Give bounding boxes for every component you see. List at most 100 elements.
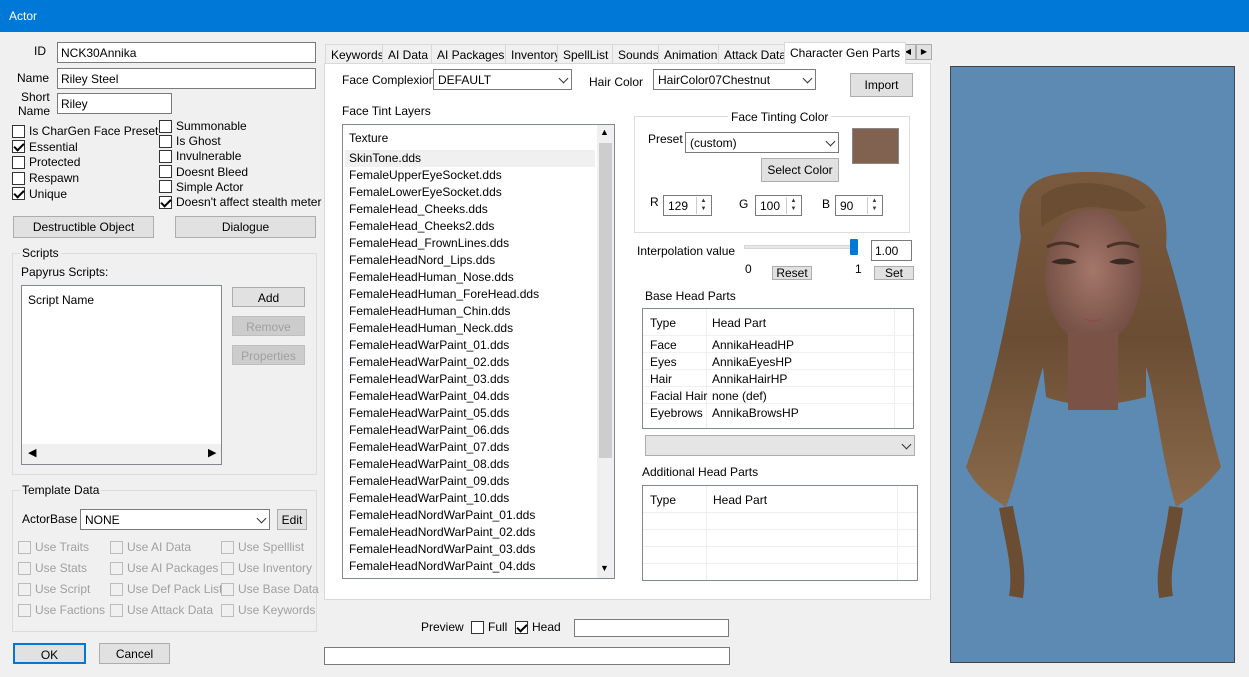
properties-button[interactable]: Properties	[232, 345, 305, 365]
texture-list-item[interactable]: FemaleHeadWarPaint_07.dds	[349, 439, 509, 456]
scroll-thumb[interactable]	[599, 143, 612, 458]
edit-actorbase-button[interactable]: Edit	[277, 509, 307, 530]
checkbox-icon[interactable]	[110, 540, 123, 554]
texture-list-item[interactable]: SkinTone.dds	[345, 150, 595, 167]
preset-dropdown[interactable]: (custom)	[685, 132, 839, 153]
flag-checkbox[interactable]: Invulnerable	[159, 149, 241, 163]
head-part-row[interactable]: Eyebrows AnnikaBrowsHP	[643, 403, 913, 420]
texture-list-item[interactable]: FemaleHeadWarPaint_09.dds	[349, 473, 509, 490]
template-option-checkbox[interactable]: Use Stats	[18, 561, 87, 575]
tint-color-swatch[interactable]	[852, 128, 899, 164]
additional-head-parts-table[interactable]: Type Head Part	[642, 485, 918, 581]
texture-list-item[interactable]: FemaleHeadNordWarPaint_03.dds	[349, 541, 535, 558]
flag-checkbox[interactable]: Protected	[12, 155, 80, 169]
texture-list-item[interactable]: FemaleHead_Cheeks2.dds	[349, 218, 494, 235]
template-option-checkbox[interactable]: Use Attack Data	[110, 603, 213, 617]
reset-button[interactable]: Reset	[772, 266, 812, 280]
checkbox-icon[interactable]	[110, 582, 123, 596]
head-part-dropdown[interactable]	[645, 435, 915, 456]
checkbox-icon[interactable]	[159, 195, 172, 209]
face-tint-list[interactable]: Texture SkinTone.dds FemaleUpperEyeSocket…	[342, 124, 615, 579]
checkbox-icon[interactable]	[159, 149, 172, 163]
tab-animation[interactable]: Animation	[658, 44, 724, 64]
flag-checkbox[interactable]: Doesn't affect stealth meter	[159, 195, 321, 209]
flag-checkbox[interactable]: Is CharGen Face Preset	[12, 124, 158, 138]
texture-list-item[interactable]: FemaleHeadWarPaint_10.dds	[349, 490, 509, 507]
flag-checkbox[interactable]: Respawn	[12, 171, 79, 185]
hair-color-dropdown[interactable]: HairColor07Chestnut	[653, 69, 816, 90]
cancel-button[interactable]: Cancel	[99, 643, 170, 664]
name-field[interactable]: Riley Steel	[57, 68, 316, 89]
r-updown[interactable]: ▲ ▼	[696, 197, 710, 214]
arrow-down-icon[interactable]: ▼	[868, 205, 881, 213]
head-part-row[interactable]: Eyes AnnikaEyesHP	[643, 352, 913, 369]
head-part-row[interactable]: Facial Hair none (def)	[643, 386, 913, 403]
texture-list-item[interactable]: FemaleHead_FrownLines.dds	[349, 235, 509, 252]
texture-scrollbar[interactable]: ▲ ▼	[597, 125, 614, 578]
checkbox-icon[interactable]	[221, 540, 234, 554]
checkbox-icon[interactable]	[221, 561, 234, 575]
import-button[interactable]: Import	[850, 73, 913, 97]
template-option-checkbox[interactable]: Use Keywords	[221, 603, 315, 617]
face-complexion-dropdown[interactable]: DEFAULT	[433, 69, 572, 90]
slider-thumb[interactable]	[850, 239, 858, 255]
arrow-down-icon[interactable]: ▼	[697, 205, 710, 213]
texture-list-item[interactable]: FemaleHeadWarPaint_06.dds	[349, 422, 509, 439]
checkbox-icon[interactable]	[159, 119, 172, 133]
set-button[interactable]: Set	[874, 266, 914, 280]
checkbox-icon[interactable]	[18, 561, 31, 575]
texture-list-item[interactable]: FemaleHeadNordWarPaint_04.dds	[349, 558, 535, 575]
scripts-list[interactable]: Script Name ◀ ▶	[21, 285, 222, 465]
chevron-up-icon[interactable]: ▲	[600, 127, 609, 137]
chevron-down-icon[interactable]: ▼	[600, 563, 609, 573]
g-updown[interactable]: ▲ ▼	[786, 197, 800, 214]
template-option-checkbox[interactable]: Use Base Data	[221, 582, 319, 596]
checkbox-icon[interactable]	[159, 134, 172, 148]
b-updown[interactable]: ▲ ▼	[867, 197, 881, 214]
checkbox-icon[interactable]	[12, 124, 25, 138]
checkbox-icon[interactable]	[12, 171, 25, 185]
add-script-button[interactable]: Add	[232, 287, 305, 307]
flag-checkbox[interactable]: Is Ghost	[159, 134, 221, 148]
id-field[interactable]: NCK30Annika	[57, 42, 316, 63]
tab-spelllist[interactable]: SpellList	[557, 44, 615, 64]
scripts-horizontal-scrollbar[interactable]: ◀ ▶	[22, 444, 221, 464]
texture-list-item[interactable]: FemaleHeadWarPaint_02.dds	[349, 354, 509, 371]
head-part-column-header[interactable]: Head Part	[713, 493, 767, 507]
tab-ai-packages[interactable]: AI Packages	[431, 44, 511, 64]
base-head-parts-table[interactable]: Type Head Part Face AnnikaHeadHP Eyes Annik…	[642, 308, 914, 429]
short-name-field[interactable]: Riley	[57, 93, 172, 114]
template-option-checkbox[interactable]: Use Factions	[18, 603, 105, 617]
texture-list-item[interactable]: FemaleHeadHuman_Neck.dds	[349, 320, 513, 337]
tab-scroll-right-icon[interactable]: ▶	[916, 44, 932, 60]
texture-list-item[interactable]: FemaleHead_Cheeks.dds	[349, 201, 488, 218]
destructible-object-button[interactable]: Destructible Object	[13, 216, 154, 238]
script-name-column[interactable]: Script Name	[28, 293, 94, 307]
select-color-button[interactable]: Select Color	[761, 158, 839, 182]
status-field[interactable]	[324, 647, 730, 665]
template-option-checkbox[interactable]: Use AI Data	[110, 540, 191, 554]
checkbox-icon[interactable]	[12, 140, 25, 154]
checkbox-icon[interactable]	[18, 603, 31, 617]
tab-keywords[interactable]: Keywords	[325, 44, 390, 64]
texture-column-header[interactable]: Texture	[349, 130, 388, 147]
checkbox-icon[interactable]	[110, 561, 123, 575]
texture-list-item[interactable]: FemaleHeadWarPaint_08.dds	[349, 456, 509, 473]
texture-list-item[interactable]: FemaleHeadWarPaint_04.dds	[349, 388, 509, 405]
template-option-checkbox[interactable]: Use Traits	[18, 540, 89, 554]
checkbox-icon[interactable]	[221, 603, 234, 617]
checkbox-icon[interactable]	[12, 187, 25, 201]
flag-checkbox[interactable]: Summonable	[159, 119, 247, 133]
template-option-checkbox[interactable]: Use Script	[18, 582, 90, 596]
checkbox-icon[interactable]	[221, 582, 234, 596]
r-spinner[interactable]: 129 ▲ ▼	[663, 195, 712, 216]
flag-checkbox[interactable]: Simple Actor	[159, 180, 243, 194]
preview-field[interactable]	[574, 619, 729, 637]
tab-attack-data[interactable]: Attack Data	[718, 44, 793, 64]
texture-list-item[interactable]: FemaleHeadWarPaint_03.dds	[349, 371, 509, 388]
texture-list-item[interactable]: FemaleHeadNord_Lips.dds	[349, 252, 495, 269]
actorbase-dropdown[interactable]: NONE	[80, 509, 270, 530]
checkbox-icon[interactable]	[110, 603, 123, 617]
remove-script-button[interactable]: Remove	[232, 316, 305, 336]
type-column-header[interactable]: Type	[650, 493, 676, 507]
